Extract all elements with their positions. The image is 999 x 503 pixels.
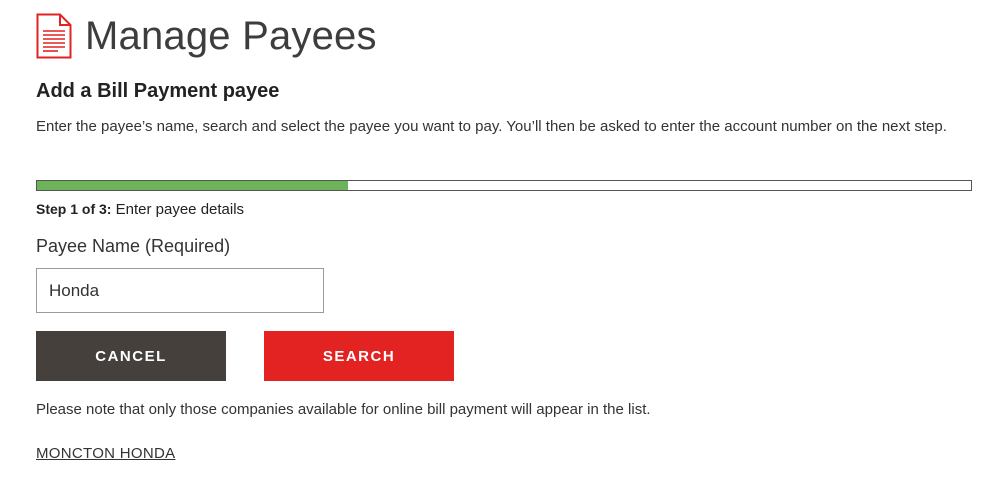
intro-text: Enter the payee’s name, search and selec… xyxy=(36,118,947,135)
availability-note: Please note that only those companies av… xyxy=(36,401,651,418)
document-icon xyxy=(36,13,72,59)
page-header: Manage Payees xyxy=(36,13,377,59)
search-button[interactable]: SEARCH xyxy=(264,331,454,381)
step-description: Enter payee details xyxy=(111,201,245,218)
step-number: Step 1 of 3: xyxy=(36,201,112,217)
section-title: Add a Bill Payment payee xyxy=(36,80,280,102)
page-title: Manage Payees xyxy=(85,14,377,58)
progress-bar xyxy=(36,180,972,191)
progress-bar-fill xyxy=(37,181,349,190)
payee-name-label: Payee Name (Required) xyxy=(36,236,231,256)
cancel-button[interactable]: CANCEL xyxy=(36,331,226,381)
step-indicator: Step 1 of 3: Enter payee details xyxy=(36,201,244,218)
payee-name-input[interactable] xyxy=(36,268,324,313)
search-result-link[interactable]: MONCTON HONDA xyxy=(36,445,175,462)
manage-payees-page: Manage Payees Add a Bill Payment payee E… xyxy=(0,0,999,503)
